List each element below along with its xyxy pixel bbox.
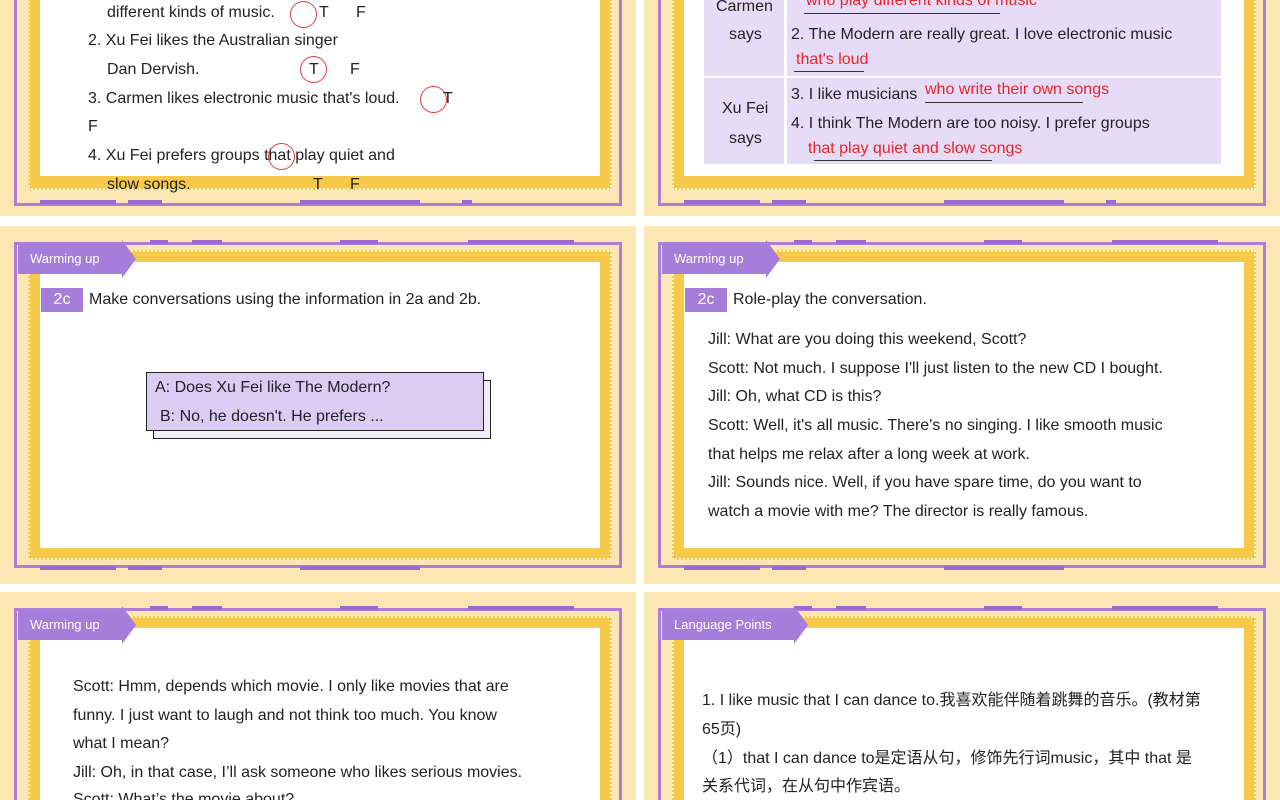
border-dash bbox=[1106, 200, 1116, 204]
language-point-line: 关系代词，在从句中作宾语。 bbox=[702, 778, 911, 795]
statement-3: 3. Carmen likes electronic music that's … bbox=[88, 90, 400, 107]
true-option[interactable]: T bbox=[443, 90, 453, 108]
false-option[interactable]: F bbox=[350, 61, 360, 79]
dialog-line-b: B: No, he doesn't. He prefers ... bbox=[160, 408, 384, 425]
statement-2-cont: Dan Dervish. bbox=[107, 61, 200, 78]
section-tag: Warming up bbox=[662, 240, 780, 278]
slide-6[interactable]: Language Points 1. I like music that I c… bbox=[644, 592, 1280, 800]
border-dash bbox=[944, 200, 1064, 204]
dialog-line: Jill: Oh, in that case, I’ll ask someone… bbox=[73, 764, 523, 781]
border-dash bbox=[462, 200, 472, 204]
border-dash bbox=[772, 566, 806, 570]
dialog-line: Scott: What’s the movie about? bbox=[73, 791, 295, 800]
section-tag: Language Points bbox=[662, 606, 808, 644]
border-dash bbox=[684, 566, 760, 570]
blank-line bbox=[804, 13, 1000, 14]
dialog-line-a: A: Does Xu Fei like The Modern? bbox=[155, 379, 391, 396]
table-cell-xufei-label bbox=[704, 78, 784, 164]
border-dash bbox=[984, 606, 1022, 610]
language-point-line: 1. I like music that I can dance to.我喜欢能… bbox=[702, 692, 1201, 709]
section-tag: Warming up bbox=[18, 240, 136, 278]
true-option[interactable]: T bbox=[309, 61, 319, 79]
answer-circle bbox=[290, 1, 317, 28]
border-dash bbox=[192, 240, 222, 244]
border-dash bbox=[836, 606, 866, 610]
border-dash bbox=[468, 240, 574, 244]
border-dash bbox=[468, 606, 574, 610]
statement-2: 2. Xu Fei likes the Australian singer bbox=[88, 32, 338, 49]
border-dash bbox=[128, 200, 162, 204]
statement-2: 2. The Modern are really great. I love e… bbox=[791, 26, 1173, 43]
border-dash bbox=[1112, 606, 1218, 610]
statement-3: 3. I like musicians bbox=[791, 86, 918, 103]
dialog-line: that helps me relax after a long week at… bbox=[708, 446, 1030, 463]
exercise-badge: 2c bbox=[41, 288, 83, 312]
carmen-label: Carmen bbox=[716, 0, 773, 15]
dialog-line: Scott: Not much. I suppose I'll just lis… bbox=[708, 360, 1163, 377]
border-dash bbox=[150, 240, 168, 244]
xufei-says-label: says bbox=[729, 130, 762, 147]
false-option[interactable]: F bbox=[356, 4, 366, 22]
dialog-line: Jill: What are you doing this weekend, S… bbox=[708, 331, 1027, 348]
xufei-label: Xu Fei bbox=[722, 100, 769, 117]
statement-4: 4. I think The Modern are too noisy. I p… bbox=[791, 115, 1150, 132]
border-dash bbox=[300, 566, 420, 570]
statement-4: 4. Xu Fei prefers groups that play quiet… bbox=[88, 147, 395, 164]
blank-line bbox=[925, 102, 1083, 103]
border-dash bbox=[40, 566, 116, 570]
border-dash bbox=[1112, 240, 1218, 244]
section-tag: Warming up bbox=[18, 606, 136, 644]
dialog-line: funny. I just want to laugh and not thin… bbox=[73, 707, 497, 724]
border-dash bbox=[684, 200, 760, 204]
border-dash bbox=[984, 240, 1022, 244]
answer-3: who write their own songs bbox=[925, 81, 1110, 98]
border-dash bbox=[192, 606, 222, 610]
answer-2: that's loud bbox=[796, 51, 869, 68]
dialog-line: Jill: Oh, what CD is this? bbox=[708, 388, 882, 405]
answer-1: who play different kinds of music bbox=[806, 0, 1037, 9]
dialog-line: watch a movie with me? The director is r… bbox=[708, 503, 1089, 520]
slide-3[interactable]: Warming up 2c Make conversations using t… bbox=[0, 226, 636, 584]
answer-line-1: different kinds of music. bbox=[107, 4, 275, 21]
true-option[interactable]: T bbox=[319, 4, 329, 22]
border-dash bbox=[836, 240, 866, 244]
border-dash bbox=[300, 200, 420, 204]
border-dash bbox=[340, 240, 378, 244]
slide-5[interactable]: Warming up Scott: Hmm, depends which mov… bbox=[0, 592, 636, 800]
carmen-says-label: says bbox=[729, 26, 762, 43]
false-option[interactable]: F bbox=[350, 176, 360, 194]
border-dash bbox=[128, 566, 162, 570]
answer-circle bbox=[268, 143, 295, 170]
answer-4: that play quiet and slow songs bbox=[808, 140, 1023, 157]
language-point-line: 65页) bbox=[702, 721, 742, 738]
exercise-badge: 2c bbox=[685, 288, 727, 312]
language-point-line: （1）that I can dance to是定语从句，修饰先行词music，其… bbox=[702, 750, 1192, 767]
slide-1[interactable]: different kinds of music. T F 2. Xu Fei … bbox=[0, 0, 636, 216]
blank-line bbox=[814, 160, 992, 161]
dialog-line: Scott: Hmm, depends which movie. I only … bbox=[73, 678, 509, 695]
instruction: Make conversations using the information… bbox=[89, 291, 482, 308]
border-dash bbox=[794, 240, 812, 244]
statement-4-cont: slow songs. bbox=[107, 176, 191, 193]
dialog-line: Scott: Well, it's all music. There's no … bbox=[708, 417, 1163, 434]
instruction: Role-play the conversation. bbox=[733, 291, 927, 308]
true-option[interactable]: T bbox=[313, 176, 323, 194]
dialog-line: Jill: Sounds nice. Well, if you have spa… bbox=[708, 474, 1142, 491]
slide-4[interactable]: Warming up 2c Role-play the conversation… bbox=[644, 226, 1280, 584]
false-option[interactable]: F bbox=[88, 118, 98, 136]
slide-2[interactable]: Carmen says who play different kinds of … bbox=[644, 0, 1280, 216]
border-dash bbox=[40, 200, 116, 204]
border-dash bbox=[150, 606, 168, 610]
border-dash bbox=[944, 566, 1064, 570]
border-dash bbox=[772, 200, 806, 204]
dialog-line: what I mean? bbox=[73, 735, 170, 752]
blank-line bbox=[794, 71, 864, 72]
border-dash bbox=[340, 606, 378, 610]
